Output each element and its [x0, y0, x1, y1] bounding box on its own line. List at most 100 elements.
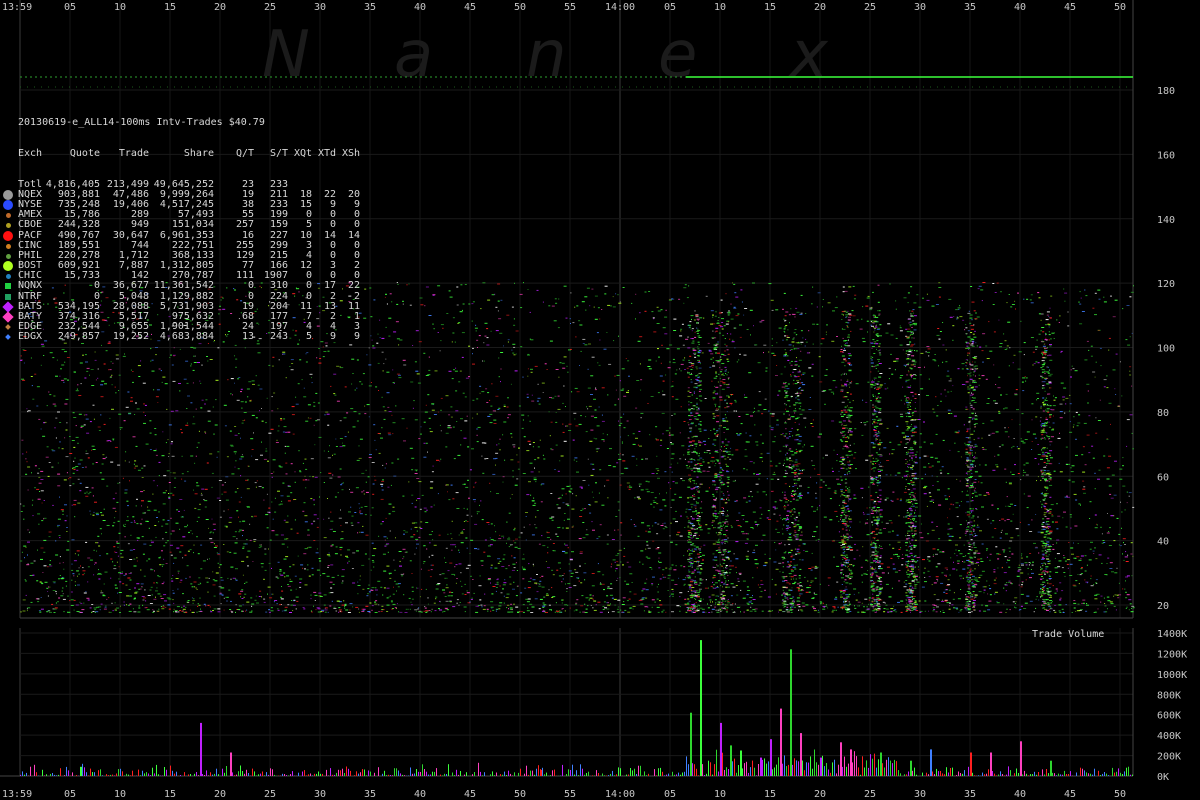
trade-dot	[720, 513, 724, 514]
trade-dot	[85, 541, 88, 543]
trade-dot	[207, 591, 209, 593]
trade-dot	[876, 512, 878, 514]
trade-dot	[214, 424, 218, 426]
trade-dot	[841, 584, 843, 585]
trade-dot	[246, 388, 250, 390]
trade-dot	[942, 361, 944, 363]
trade-dot	[688, 480, 691, 482]
trade-dot	[116, 501, 119, 503]
trade-dot	[664, 505, 667, 507]
trade-dot	[179, 610, 182, 611]
trade-dot	[616, 580, 618, 581]
trade-dot	[118, 413, 122, 415]
trade-dot	[532, 504, 536, 506]
trade-dot	[762, 534, 766, 536]
trade-dot	[692, 607, 695, 609]
trade-dot	[716, 611, 720, 613]
trade-dot	[702, 440, 706, 442]
trade-dot	[695, 508, 697, 510]
trade-dot	[760, 580, 763, 582]
trade-dot	[1044, 437, 1046, 439]
trade-dot	[509, 607, 513, 609]
trade-dot	[479, 392, 481, 394]
trade-dot	[344, 603, 347, 605]
trade-dot	[914, 374, 917, 376]
trade-dot	[877, 284, 880, 286]
trade-dot	[1045, 487, 1049, 489]
trade-dot	[375, 587, 377, 589]
trade-dot	[22, 610, 26, 612]
trade-dot	[794, 470, 796, 472]
trade-dot	[217, 562, 219, 564]
trade-dot	[932, 485, 934, 486]
trade-dot	[122, 355, 126, 357]
trade-dot	[522, 569, 526, 571]
trade-dot	[159, 556, 161, 558]
trade-dot	[127, 516, 129, 518]
trade-dot	[796, 451, 798, 452]
trade-dot	[937, 580, 939, 582]
trade-dot	[843, 464, 846, 466]
trade-dot	[937, 461, 940, 463]
trade-dot	[688, 571, 691, 573]
trade-dot	[722, 334, 725, 336]
trade-dot	[620, 389, 624, 391]
trade-dot	[914, 566, 916, 568]
trade-dot	[693, 609, 695, 611]
trade-dot	[410, 536, 414, 538]
trade-dot	[695, 445, 697, 447]
trade-dot	[246, 488, 250, 490]
trade-dot	[1110, 497, 1114, 499]
trade-dot	[1042, 477, 1044, 479]
trade-dot	[123, 420, 126, 422]
trade-dot	[813, 610, 817, 612]
trade-dot	[1048, 339, 1050, 341]
trade-dot	[1053, 399, 1056, 401]
trade-dot	[912, 468, 914, 470]
trade-dot	[598, 536, 601, 538]
trade-dot	[126, 604, 127, 606]
trade-dot	[784, 483, 787, 485]
trade-dot	[790, 510, 793, 512]
trade-dot	[617, 606, 619, 608]
trade-dot	[395, 537, 396, 539]
trade-dot	[570, 323, 571, 324]
trade-dot	[881, 521, 883, 523]
trade-dot	[923, 421, 925, 423]
trade-dot	[906, 607, 910, 609]
trade-dot	[879, 498, 882, 500]
trade-dot	[286, 445, 290, 447]
trade-dot	[723, 383, 726, 385]
trade-dot	[967, 564, 971, 566]
trade-dot	[367, 593, 369, 595]
trade-dot	[909, 496, 911, 498]
trade-dot	[782, 491, 784, 493]
trade-dot	[414, 506, 417, 508]
trade-dot	[281, 543, 285, 545]
trade-dot	[523, 436, 526, 438]
trade-dot	[731, 526, 733, 528]
trade-dot	[694, 576, 696, 578]
trade-dot	[878, 418, 882, 420]
trade-dot	[794, 422, 796, 423]
trade-dot	[1064, 560, 1067, 562]
trade-dot	[568, 570, 572, 572]
trade-dot	[599, 611, 603, 613]
trade-dot	[480, 560, 484, 562]
trade-dot	[876, 551, 879, 553]
trade-dot	[140, 569, 142, 571]
trade-dot	[537, 383, 539, 385]
trade-dot	[1048, 316, 1050, 317]
trade-dot	[621, 454, 624, 456]
trade-dot	[889, 544, 891, 546]
trade-dot	[993, 400, 996, 402]
trade-dot	[1014, 300, 1016, 302]
trade-dot	[873, 506, 876, 508]
trade-dot	[1091, 445, 1094, 447]
trade-dot	[234, 531, 237, 533]
trade-dot	[617, 599, 621, 601]
trade-dot	[768, 558, 771, 560]
trade-dot	[1052, 405, 1056, 407]
trade-dot	[497, 409, 500, 410]
trade-dot	[86, 597, 90, 599]
